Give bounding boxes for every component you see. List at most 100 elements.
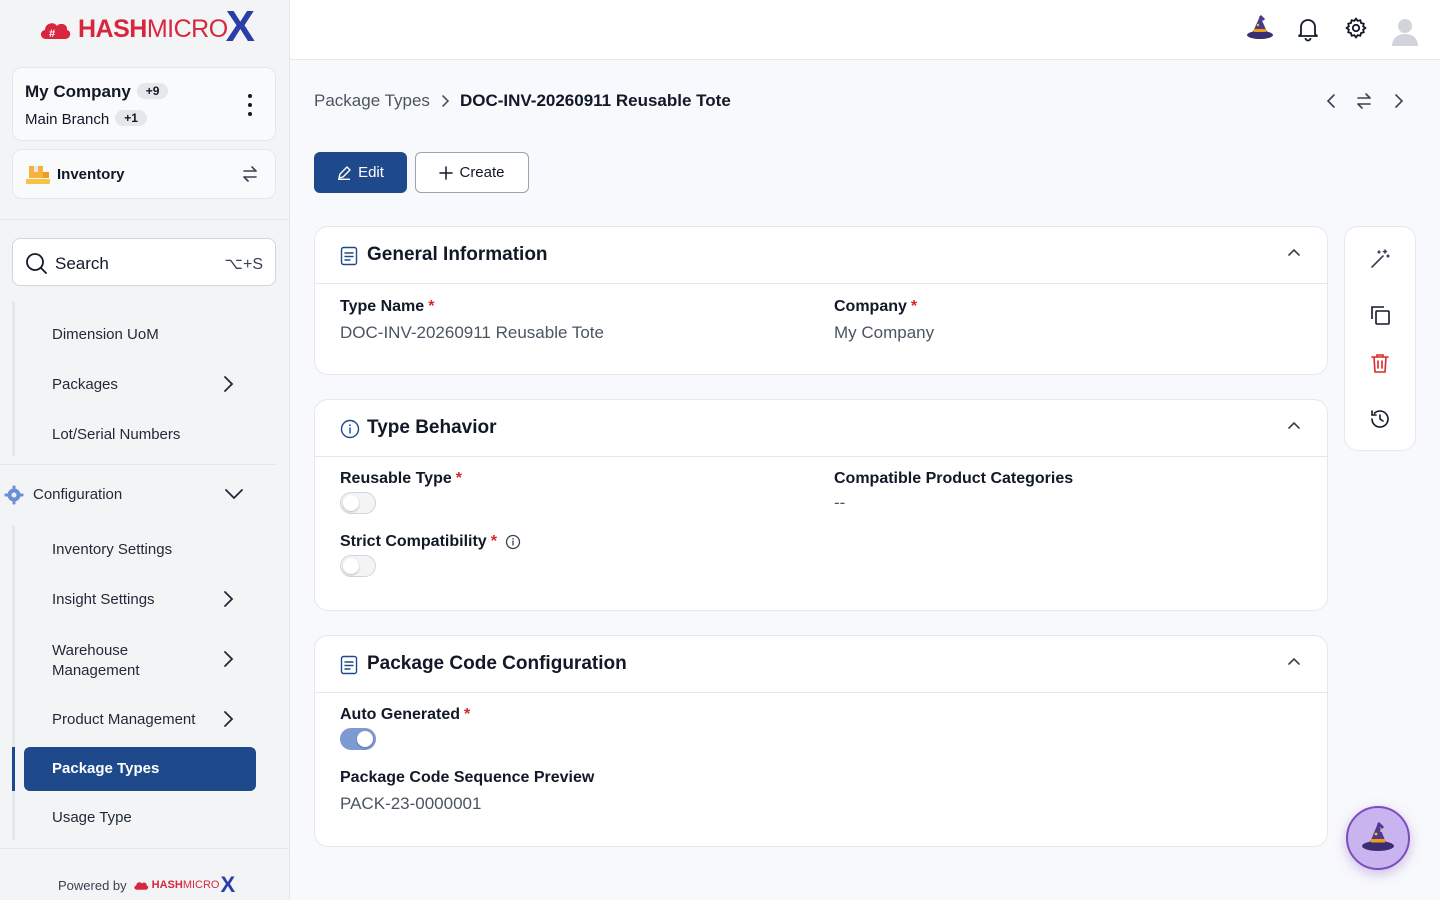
- auto-generated-label: Auto Generated *: [340, 706, 471, 723]
- sidebar-item-warehouse-management[interactable]: Warehouse Management: [52, 641, 192, 681]
- settings-icon[interactable]: [1344, 16, 1368, 40]
- company-count-badge: +9: [136, 83, 169, 99]
- cloud-logo-icon: [134, 882, 148, 890]
- chevron-right-icon[interactable]: [220, 710, 236, 728]
- sidebar-item-packages[interactable]: Packages: [52, 376, 118, 393]
- sidebar-section-divider: [0, 464, 276, 465]
- top-bar: [290, 0, 1440, 60]
- swap-icon[interactable]: [1355, 92, 1373, 110]
- chevron-right-icon: [442, 95, 450, 107]
- breadcrumb-current: DOC-INV-20260911 Reusable Tote: [459, 91, 731, 110]
- sidebar-divider: [0, 219, 289, 220]
- module-switcher[interactable]: Inventory: [12, 149, 276, 199]
- menu-search-input[interactable]: Search ⌥+S: [12, 238, 276, 286]
- record-actions-panel: [1344, 226, 1416, 451]
- sidebar: # HASHMICRO X My Company +9 Main Branch +1…: [0, 0, 290, 900]
- package-code-configuration-header[interactable]: Package Code Configuration: [315, 636, 1327, 693]
- sidebar-item-inventory-settings[interactable]: Inventory Settings: [52, 541, 172, 558]
- menu-guide-line: [12, 526, 15, 840]
- cloud-logo-icon: #: [40, 23, 71, 40]
- type-behavior-header[interactable]: Type Behavior: [315, 400, 1327, 457]
- sidebar-item-label: Package Types: [52, 760, 160, 777]
- user-avatar-icon[interactable]: [1392, 18, 1418, 46]
- sequence-preview-value: PACK-23-0000001: [340, 794, 482, 813]
- sidebar-item-lot-serial[interactable]: Lot/Serial Numbers: [52, 426, 180, 443]
- reusable-type-toggle[interactable]: [340, 492, 376, 514]
- chevron-up-icon[interactable]: [1287, 420, 1301, 430]
- sidebar-group-configuration[interactable]: Configuration: [0, 480, 276, 510]
- create-button[interactable]: Create: [415, 152, 529, 193]
- pencil-icon: [338, 166, 351, 180]
- edit-button[interactable]: Edit: [314, 152, 407, 193]
- card-title: Package Code Configuration: [367, 653, 627, 674]
- company-switcher[interactable]: My Company +9 Main Branch +1: [12, 67, 276, 141]
- brand-logo[interactable]: # HASHMICRO X: [38, 2, 256, 51]
- menu-guide-line: [12, 302, 15, 456]
- chevron-down-icon[interactable]: [224, 486, 244, 502]
- document-icon: [340, 246, 358, 266]
- brand-wordmark: HASHMICRO: [78, 14, 228, 43]
- sequence-preview-label: Package Code Sequence Preview: [340, 769, 595, 786]
- chevron-right-icon[interactable]: [220, 650, 236, 668]
- company-value: My Company: [834, 323, 935, 342]
- brand-x-mark: X: [225, 2, 256, 51]
- chevron-right-icon[interactable]: [220, 590, 236, 608]
- chevron-right-icon[interactable]: [220, 375, 236, 393]
- breadcrumb: Package Types DOC-INV-20260911 Reusable …: [314, 91, 731, 111]
- info-icon: [340, 419, 360, 439]
- general-information-card: General Information Type Name * DOC-INV-2…: [314, 226, 1328, 375]
- active-item-marker: [12, 747, 15, 791]
- search-shortcut: ⌥+S: [224, 256, 263, 273]
- footer-logo: HASH MICRO X: [133, 874, 235, 896]
- sidebar-footer-divider: [0, 848, 289, 849]
- general-information-header[interactable]: General Information: [315, 227, 1327, 284]
- chevron-up-icon[interactable]: [1287, 656, 1301, 666]
- sidebar-item-product-management[interactable]: Product Management: [52, 711, 195, 728]
- assistant-fab-button[interactable]: [1346, 806, 1410, 870]
- module-label: Inventory: [57, 166, 125, 183]
- package-code-configuration-card: Package Code Configuration Auto Generate…: [314, 635, 1328, 847]
- breadcrumb-package-types[interactable]: Package Types: [314, 91, 430, 111]
- branch-count-badge: +1: [115, 110, 147, 126]
- sidebar-item-usage-type[interactable]: Usage Type: [52, 809, 132, 826]
- search-icon: [26, 253, 47, 274]
- wizard-hat-icon[interactable]: [1246, 14, 1274, 42]
- strict-compatibility-toggle[interactable]: [340, 555, 376, 577]
- inventory-box-icon: [26, 166, 50, 184]
- history-icon[interactable]: [1369, 408, 1391, 430]
- search-label: Search: [55, 254, 109, 273]
- compatible-categories-label: Compatible Product Categories: [834, 470, 1074, 487]
- duplicate-icon[interactable]: [1369, 304, 1391, 326]
- sidebar-item-package-types[interactable]: Package Types: [24, 747, 256, 791]
- company-label: Company *: [834, 298, 918, 315]
- strict-compatibility-label: Strict Compatibility *: [340, 533, 521, 551]
- plus-icon: [439, 165, 454, 180]
- sidebar-item-insight-settings[interactable]: Insight Settings: [52, 591, 155, 608]
- bell-icon[interactable]: [1296, 16, 1320, 42]
- powered-by: Powered by HASH MICRO X: [58, 872, 236, 897]
- configuration-label: Configuration: [33, 486, 123, 503]
- type-name-value: DOC-INV-20260911 Reusable Tote: [340, 323, 604, 342]
- info-tooltip-icon[interactable]: [505, 534, 521, 550]
- wizard-hat-icon: [1362, 821, 1394, 851]
- type-behavior-card: Type Behavior Reusable Type * Compatible …: [314, 399, 1328, 611]
- card-title: Type Behavior: [367, 417, 497, 438]
- compatible-categories-value: --: [834, 493, 846, 512]
- company-name: My Company +9: [25, 82, 169, 102]
- auto-generated-toggle[interactable]: [340, 728, 376, 750]
- swap-module-icon[interactable]: [241, 165, 259, 183]
- svg-text:#: #: [49, 28, 55, 40]
- next-record-icon[interactable]: [1392, 92, 1406, 110]
- type-name-label: Type Name *: [340, 298, 435, 315]
- chevron-up-icon[interactable]: [1287, 247, 1301, 257]
- previous-record-icon[interactable]: [1324, 92, 1338, 110]
- delete-icon[interactable]: [1369, 352, 1391, 374]
- sidebar-item-dimension-uom[interactable]: Dimension UoM: [52, 326, 159, 343]
- gear-icon: [4, 485, 24, 505]
- card-title: General Information: [367, 244, 548, 265]
- reusable-type-label: Reusable Type *: [340, 470, 462, 487]
- more-options-icon[interactable]: [247, 94, 253, 116]
- magic-wand-icon[interactable]: [1369, 248, 1391, 270]
- branch-name: Main Branch +1: [25, 110, 147, 128]
- document-icon: [340, 655, 358, 675]
